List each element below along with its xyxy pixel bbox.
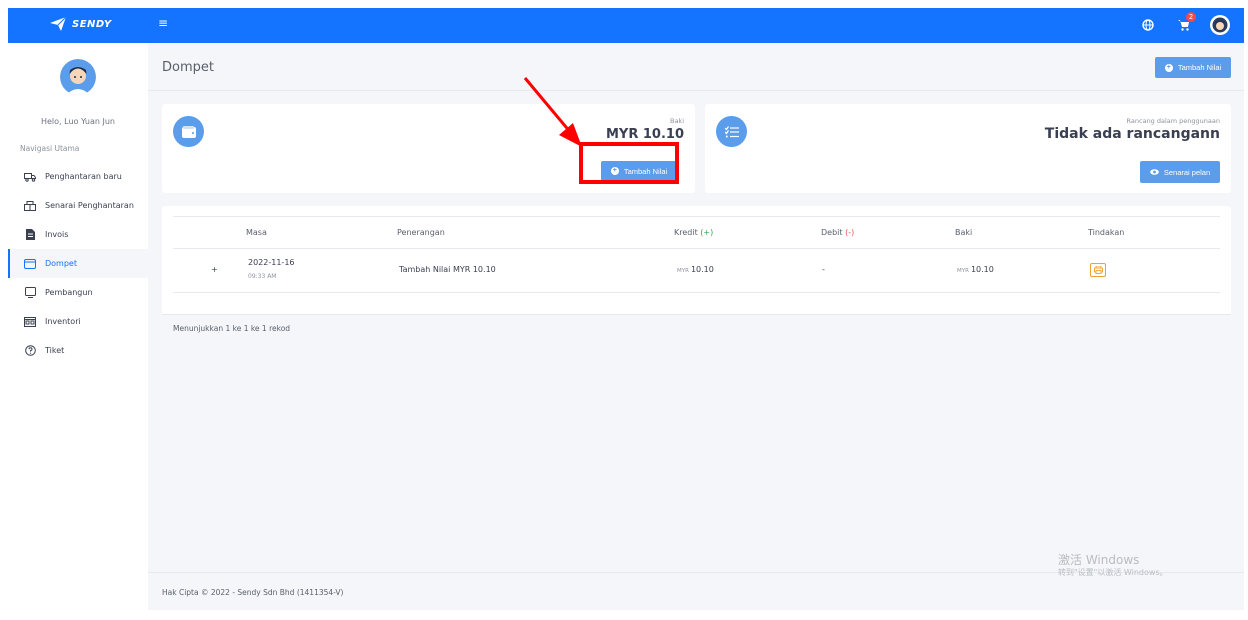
nav-section-title: Navigasi Utama — [20, 144, 80, 153]
row-credit: MYR 10.10 — [677, 265, 714, 274]
header-topup-label: Tambah Nilai — [1177, 63, 1222, 72]
user-avatar[interactable] — [1210, 15, 1230, 35]
brand-name: SENDY — [72, 18, 112, 30]
column-header-masa: Masa — [246, 228, 267, 237]
header-divider — [148, 90, 1244, 91]
debit-sign: (-) — [845, 228, 855, 237]
balance-amount: 10.10 — [970, 265, 994, 274]
header-topup-button[interactable]: + Tambah Nilai — [1155, 57, 1231, 78]
copyright-text: Hak Cipta © 2022 - Sendy Sdn Bhd (141135… — [162, 588, 344, 597]
column-header-kredit: Kredit (+) — [674, 228, 713, 237]
monitor-icon — [24, 287, 36, 299]
sidebar-item-label: Tiket — [45, 346, 65, 355]
transactions-table: Masa Penerangan Kredit (+) Debit (-) Bak… — [162, 206, 1231, 341]
print-button[interactable] — [1090, 263, 1106, 277]
table-row-divider — [173, 292, 1220, 293]
credit-currency: MYR — [677, 268, 689, 274]
debit-label: Debit — [821, 228, 843, 237]
sidebar: Helo, Luo Yuan Jun Navigasi Utama Pengha… — [8, 43, 148, 610]
row-debit: - — [822, 265, 825, 274]
app-frame: SENDY ≡ 2 Helo, Luo Yuan Jun Navigasi Ut… — [8, 8, 1244, 610]
column-header-debit: Debit (-) — [821, 228, 854, 237]
brand-logo[interactable]: SENDY — [50, 17, 112, 31]
credit-amount: 10.10 — [690, 265, 714, 274]
globe-icon[interactable] — [1138, 15, 1158, 35]
print-icon — [1093, 266, 1103, 274]
profile-avatar[interactable] — [60, 59, 96, 95]
table-footer: Menunjukkan 1 ke 1 ke 1 rekod — [162, 314, 1231, 341]
invoice-icon — [24, 229, 36, 241]
sidebar-item-label: Dompet — [45, 259, 77, 268]
column-header-baki: Baki — [955, 228, 973, 237]
page-title: Dompet — [162, 60, 214, 75]
row-time: 09:33 AM — [248, 273, 277, 280]
top-bar: SENDY ≡ 2 — [8, 8, 1244, 43]
plan-list-button[interactable]: Senarai pelan — [1140, 161, 1220, 183]
plan-list-label: Senarai pelan — [1163, 167, 1211, 177]
row-description: Tambah Nilai MYR 10.10 — [399, 265, 496, 274]
sidebar-item-label: Penghantaran baru — [45, 172, 122, 181]
user-greeting: Helo, Luo Yuan Jun — [40, 117, 116, 126]
sidebar-nav: Penghantaran baru Senarai Penghantaran I… — [8, 162, 148, 365]
top-icons: 2 — [1138, 12, 1230, 35]
sidebar-item-tiket[interactable]: Tiket — [8, 336, 148, 365]
windows-activation-hint: 转到"设置"以激活 Windows。 — [1058, 568, 1168, 577]
balance-value: MYR 10.10 — [605, 127, 684, 142]
row-balance: MYR 10.10 — [957, 265, 994, 274]
plan-value: Tidak ada rancangann — [1044, 126, 1220, 142]
sidebar-item-label: Inventori — [45, 317, 81, 326]
kredit-label: Kredit — [674, 228, 698, 237]
warehouse-icon — [24, 316, 36, 328]
sidebar-item-inventori[interactable]: Inventori — [8, 307, 148, 336]
windows-activation-title: 激活 Windows — [1058, 553, 1140, 567]
plan-card: Rancang dalam penggunaan Tidak ada ranca… — [705, 104, 1231, 193]
sidebar-item-pembangun[interactable]: Pembangun — [8, 278, 148, 307]
wallet-icon — [24, 258, 36, 270]
truck-icon — [24, 171, 36, 183]
menu-toggle-icon[interactable]: ≡ — [158, 17, 168, 29]
eye-icon — [1150, 169, 1159, 175]
sidebar-item-senarai-penghantaran[interactable]: Senarai Penghantaran — [8, 191, 148, 220]
wallet-icon — [173, 116, 204, 147]
sidebar-item-label: Pembangun — [45, 288, 93, 297]
cart-icon[interactable]: 2 — [1174, 12, 1196, 35]
row-date: 2022-11-16 — [248, 258, 295, 267]
cart-count-badge: 2 — [1186, 12, 1196, 22]
balance-currency: MYR — [957, 268, 969, 274]
sidebar-item-label: Senarai Penghantaran — [45, 201, 134, 210]
credit-sign: (+) — [700, 228, 714, 237]
table-header-divider — [173, 248, 1220, 249]
help-icon — [24, 345, 36, 357]
row-expand-toggle[interactable]: + — [211, 265, 218, 274]
sidebar-item-label: Invois — [45, 230, 69, 239]
checklist-icon — [716, 116, 747, 147]
table-top-divider — [173, 216, 1220, 217]
sidebar-item-dompet[interactable]: Dompet — [8, 249, 148, 278]
list-truck-icon — [24, 200, 36, 212]
highlight-box — [579, 142, 679, 184]
balance-label: Baki — [669, 117, 684, 125]
plus-circle-icon: + — [1164, 63, 1173, 72]
column-header-tindakan: Tindakan — [1088, 228, 1125, 237]
plan-label: Rancang dalam penggunaan — [1126, 117, 1220, 125]
sidebar-item-invois[interactable]: Invois — [8, 220, 148, 249]
sidebar-item-penghantaran-baru[interactable]: Penghantaran baru — [8, 162, 148, 191]
record-count: Menunjukkan 1 ke 1 ke 1 rekod — [173, 324, 291, 333]
column-header-penerangan: Penerangan — [397, 228, 445, 237]
paper-plane-icon — [50, 17, 66, 31]
